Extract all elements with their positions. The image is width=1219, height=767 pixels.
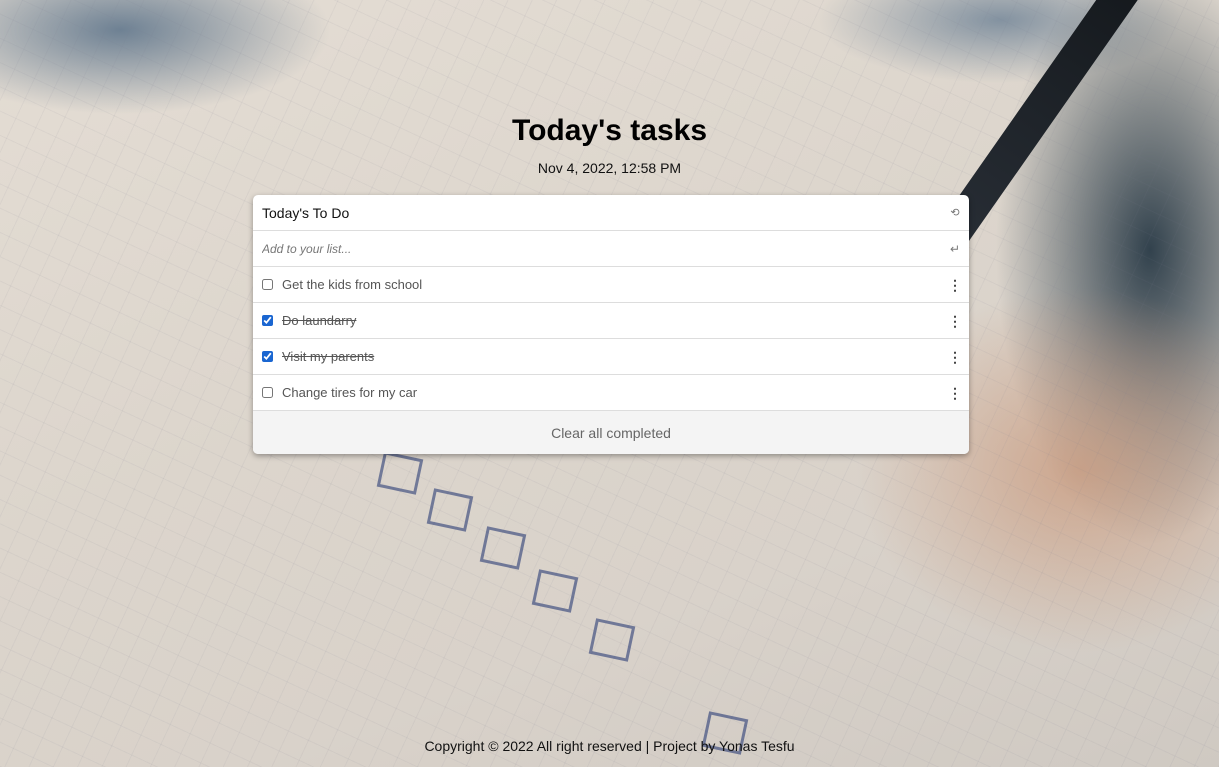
more-options-icon[interactable]: ⋮ <box>948 350 962 364</box>
task-checkbox[interactable] <box>262 387 273 398</box>
add-task-input[interactable] <box>262 241 950 256</box>
clear-completed-button[interactable]: Clear all completed <box>253 411 969 454</box>
todo-header: Today's To Do ⟲ <box>253 195 969 231</box>
more-options-icon[interactable]: ⋮ <box>948 314 962 328</box>
refresh-icon[interactable]: ⟲ <box>950 207 960 218</box>
page-title: Today's tasks <box>512 114 707 147</box>
task-checkbox[interactable] <box>262 279 273 290</box>
task-item: Do laundarry ⋮ <box>253 303 969 339</box>
task-label: Do laundarry <box>282 313 357 328</box>
add-task-row: ↵ <box>253 231 969 267</box>
task-label: Change tires for my car <box>282 385 418 400</box>
task-item: Change tires for my car ⋮ <box>253 375 969 411</box>
task-label: Visit my parents <box>282 349 375 364</box>
task-list: Get the kids from school ⋮ Do laundarry ⋮ Vi… <box>253 267 969 411</box>
todo-header-title: Today's To Do <box>262 204 350 221</box>
task-checkbox[interactable] <box>262 351 273 362</box>
enter-icon[interactable]: ↵ <box>950 242 960 256</box>
current-datetime: Nov 4, 2022, 12:58 PM <box>537 160 682 176</box>
task-item: Get the kids from school ⋮ <box>253 267 969 303</box>
task-checkbox[interactable] <box>262 315 273 326</box>
copyright-footer: Copyright © 2022 All right reserved | Pr… <box>424 738 795 754</box>
task-item: Visit my parents ⋮ <box>253 339 969 375</box>
more-options-icon[interactable]: ⋮ <box>948 386 962 400</box>
task-label: Get the kids from school <box>282 277 423 292</box>
more-options-icon[interactable]: ⋮ <box>948 278 962 292</box>
todo-card: Today's To Do ⟲ ↵ Get the kids from scho… <box>253 195 969 454</box>
